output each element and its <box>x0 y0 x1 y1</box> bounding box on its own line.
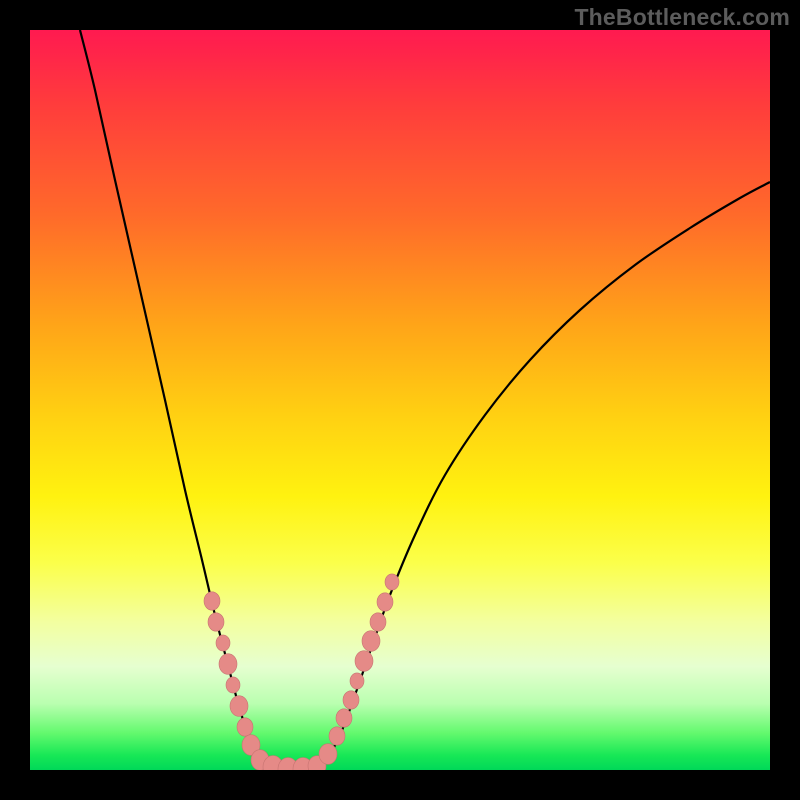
chart-svg <box>30 30 770 770</box>
data-dot <box>370 613 386 631</box>
data-dot <box>355 651 373 672</box>
data-dot <box>350 673 364 689</box>
data-dot <box>385 574 399 590</box>
data-dot <box>226 677 240 693</box>
curve-right-branch <box>316 182 770 768</box>
data-dot <box>336 709 352 727</box>
data-dot <box>319 744 337 765</box>
data-dot <box>216 635 230 651</box>
curve-left-branch <box>80 30 270 768</box>
data-dot <box>219 654 237 675</box>
data-dot <box>377 593 393 611</box>
data-dot-cluster <box>204 574 399 770</box>
watermark-text: TheBottleneck.com <box>574 4 790 31</box>
data-dot <box>237 718 253 736</box>
chart-plot-area <box>30 30 770 770</box>
data-dot <box>362 631 380 652</box>
data-dot <box>329 727 345 745</box>
bottleneck-curve <box>80 30 770 769</box>
data-dot <box>230 696 248 717</box>
data-dot <box>343 691 359 709</box>
data-dot <box>204 592 220 610</box>
data-dot <box>208 613 224 631</box>
chart-frame: TheBottleneck.com <box>0 0 800 800</box>
